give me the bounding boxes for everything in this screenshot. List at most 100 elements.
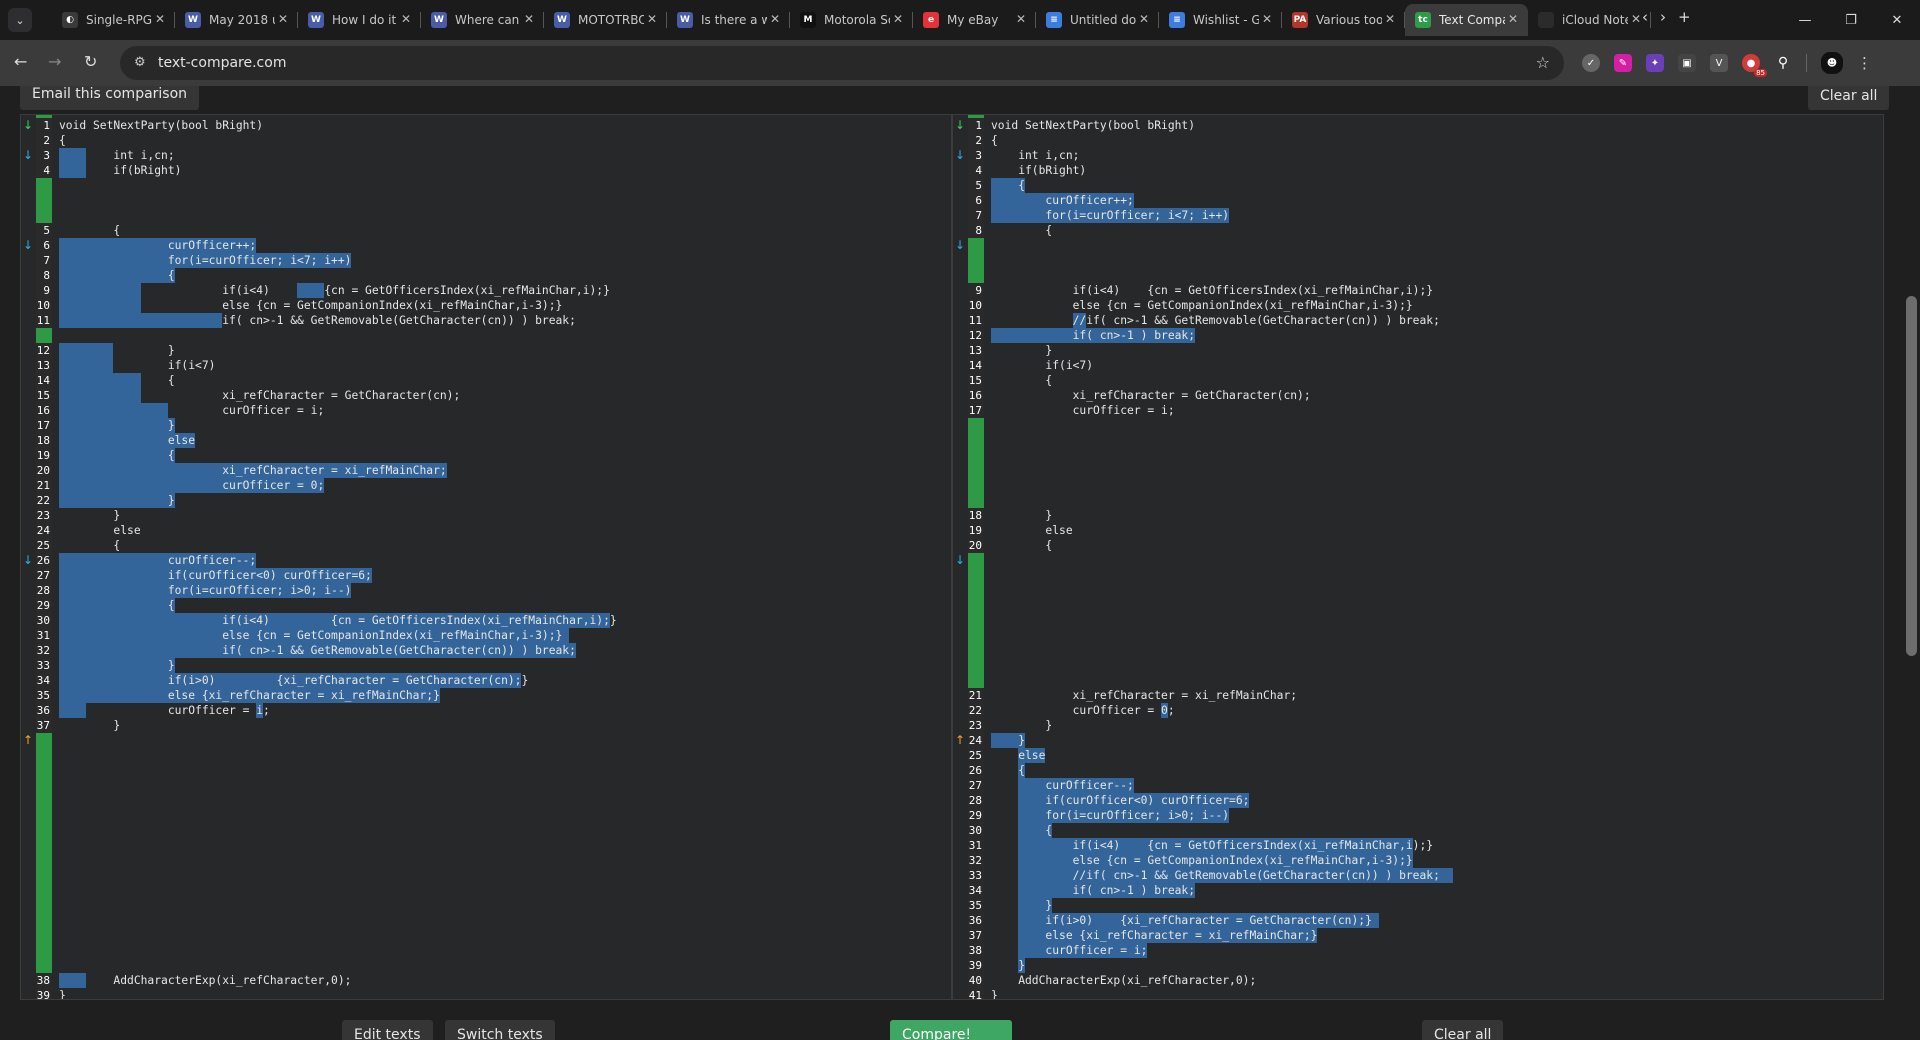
profile-avatar[interactable]: ☻ — [1821, 52, 1843, 74]
tab-8[interactable]: ≡ Untitled document✕ — [1036, 4, 1159, 36]
tab-11[interactable]: tc Text Compare✕ — [1405, 4, 1528, 36]
line-number: 29 — [36, 598, 52, 613]
close-tab-icon[interactable]: ✕ — [155, 12, 165, 26]
clear-all-bottom-button[interactable]: Clear all — [1422, 1020, 1504, 1040]
extensions-puzzle-icon[interactable]: ⚲ — [1774, 54, 1792, 72]
line-number: 18 — [968, 508, 984, 523]
minimize-icon[interactable]: — — [1782, 0, 1828, 40]
extension-pen-icon[interactable]: ✎ — [1614, 54, 1632, 72]
new-tab-icon[interactable]: + — [1678, 8, 1691, 26]
chevron-right-icon[interactable]: › — [1660, 8, 1666, 26]
compare-button[interactable]: Compare! — [890, 1020, 1012, 1040]
extension-screen-icon[interactable]: ▣ — [1678, 54, 1696, 72]
tab-12[interactable]: iCloud Notes✕ — [1528, 4, 1651, 36]
line-text: { — [991, 539, 1053, 552]
line-number: 35 — [36, 688, 52, 703]
line-number: 4 — [968, 163, 984, 178]
tab-title: MOTOTRBO — [578, 13, 644, 27]
tab-7[interactable]: e My eBay ✕ — [913, 4, 1036, 36]
close-tab-icon[interactable]: ✕ — [893, 12, 903, 26]
tab-1[interactable]: W May 2018 update✕ — [175, 4, 298, 36]
tab-2[interactable]: W How I do it ✕ — [298, 4, 421, 36]
arrow-down-icon[interactable]: ↓ — [953, 238, 967, 252]
code-line: 18 else — [21, 433, 951, 448]
extension-v-icon[interactable]: V — [1710, 54, 1728, 72]
edit-texts-button[interactable]: Edit texts — [342, 1020, 433, 1040]
arrow-down-icon[interactable]: ↓ — [953, 118, 967, 132]
tab-4[interactable]: W MOTOTRBO ✕ — [544, 4, 667, 36]
switch-texts-button[interactable]: Switch texts — [445, 1020, 555, 1040]
line-number: 12 — [968, 328, 984, 343]
tab-3[interactable]: W Where can I find✕ — [421, 4, 544, 36]
line-text: if(bRight) — [59, 164, 182, 177]
code-line: 7 for(i=curOfficer; i<7; i++) — [953, 208, 1883, 223]
tab-9[interactable]: ≡ Wishlist - Google✕ — [1159, 4, 1282, 36]
extension-paw-icon[interactable]: ✦ — [1646, 54, 1664, 72]
code-line: 13 if(i<7) — [21, 358, 951, 373]
close-tab-icon[interactable]: ✕ — [401, 12, 411, 26]
line-text: { — [991, 224, 1053, 237]
menu-dots-icon[interactable]: ⋮ — [1857, 54, 1872, 72]
address-bar[interactable]: ⚙ text-compare.com ☆ — [120, 46, 1564, 80]
tab-search-icon[interactable]: ⌄ — [8, 8, 32, 32]
arrow-down-icon[interactable]: ↓ — [953, 553, 967, 567]
close-tab-icon[interactable]: ✕ — [1139, 12, 1149, 26]
close-tab-icon[interactable]: ✕ — [1631, 12, 1641, 26]
code-line: 22 curOfficer = 0; — [953, 703, 1883, 718]
close-tab-icon[interactable]: ✕ — [647, 12, 657, 26]
arrow-down-icon[interactable]: ↓ — [21, 238, 35, 252]
line-number: 7 — [36, 253, 52, 268]
extension-check-icon[interactable]: ✓ — [1582, 54, 1600, 72]
clear-all-top-button[interactable]: Clear all — [1808, 86, 1890, 110]
code-line: 35 else {xi_refCharacter = xi_refMainCha… — [21, 688, 951, 703]
page-scrollbar[interactable] — [1903, 86, 1920, 1040]
arrow-down-icon[interactable]: ↓ — [953, 148, 967, 162]
page-content: Email this comparison Clear all 1 void Se… — [0, 86, 1920, 1040]
close-tab-icon[interactable]: ✕ — [1508, 12, 1518, 26]
tab-10[interactable]: PA Various tools✕ — [1282, 4, 1405, 36]
close-tab-icon[interactable]: ✕ — [1385, 12, 1395, 26]
line-text: else — [991, 524, 1073, 537]
tab-title: Various tools — [1316, 13, 1382, 27]
left-text-pane[interactable]: 1 void SetNextParty(bool bRight) 2{3 int i… — [20, 114, 952, 1000]
email-comparison-button[interactable]: Email this comparison — [20, 86, 200, 110]
code-line: 10 else {cn = GetCompanionIndex(xi_refMa… — [953, 298, 1883, 313]
code-line: 32 else {cn = GetCompanionIndex(xi_refMa… — [953, 853, 1883, 868]
docs-icon: ≡ — [1169, 12, 1185, 28]
close-tab-icon[interactable]: ✕ — [1262, 12, 1272, 26]
close-tab-icon[interactable]: ✕ — [524, 12, 534, 26]
arrow-down-icon[interactable]: ↓ — [21, 148, 35, 162]
line-text: else {cn = GetCompanionIndex(xi_refMainC… — [991, 854, 1413, 867]
arrow-up-icon[interactable]: ↑ — [953, 733, 967, 747]
line-number: 31 — [968, 838, 984, 853]
close-tab-icon[interactable]: ✕ — [278, 12, 288, 26]
tab-6[interactable]: M Motorola Solutions✕ — [790, 4, 913, 36]
code-line: 28 if(curOfficer<0) curOfficer=6; — [953, 793, 1883, 808]
forward-icon[interactable]: → — [48, 52, 61, 71]
tab-0[interactable]: ◐ Single-RPG Party✕ — [52, 4, 175, 36]
close-tab-icon[interactable]: ✕ — [770, 12, 780, 26]
code-line: 22 } — [21, 493, 951, 508]
restore-icon[interactable]: ❐ — [1828, 0, 1874, 40]
close-tab-icon[interactable]: ✕ — [1016, 12, 1026, 26]
close-window-icon[interactable]: ✕ — [1874, 0, 1920, 40]
back-icon[interactable]: ← — [14, 52, 27, 71]
bookmark-star-icon[interactable]: ☆ — [1536, 53, 1550, 72]
chevron-left-icon[interactable]: ‹ — [1642, 8, 1648, 26]
pdf-icon: PA — [1292, 12, 1308, 28]
code-line: 15 { — [953, 373, 1883, 388]
tab-5[interactable]: W Is there a way✕ — [667, 4, 790, 36]
line-number: 20 — [36, 463, 52, 478]
arrow-up-icon[interactable]: ↑ — [21, 733, 35, 747]
site-info-icon[interactable]: ⚙ — [134, 55, 146, 70]
arrow-down-icon[interactable]: ↓ — [21, 553, 35, 567]
wiki-icon: W — [677, 12, 693, 28]
reload-icon[interactable]: ↻ — [84, 52, 97, 71]
line-number: 35 — [968, 898, 984, 913]
scrollbar-thumb[interactable] — [1906, 296, 1917, 656]
arrow-down-icon[interactable]: ↓ — [21, 118, 35, 132]
line-text: } — [59, 494, 175, 507]
right-text-pane[interactable]: 1 void SetNextParty(bool bRight) 2{3 int i… — [952, 114, 1884, 1000]
tab-strip: ⌄ ◐Single-RPG Party✕WMay 2018 update✕WHo… — [0, 0, 1920, 40]
extension-badge-icon[interactable]: ● 85 — [1742, 54, 1767, 77]
